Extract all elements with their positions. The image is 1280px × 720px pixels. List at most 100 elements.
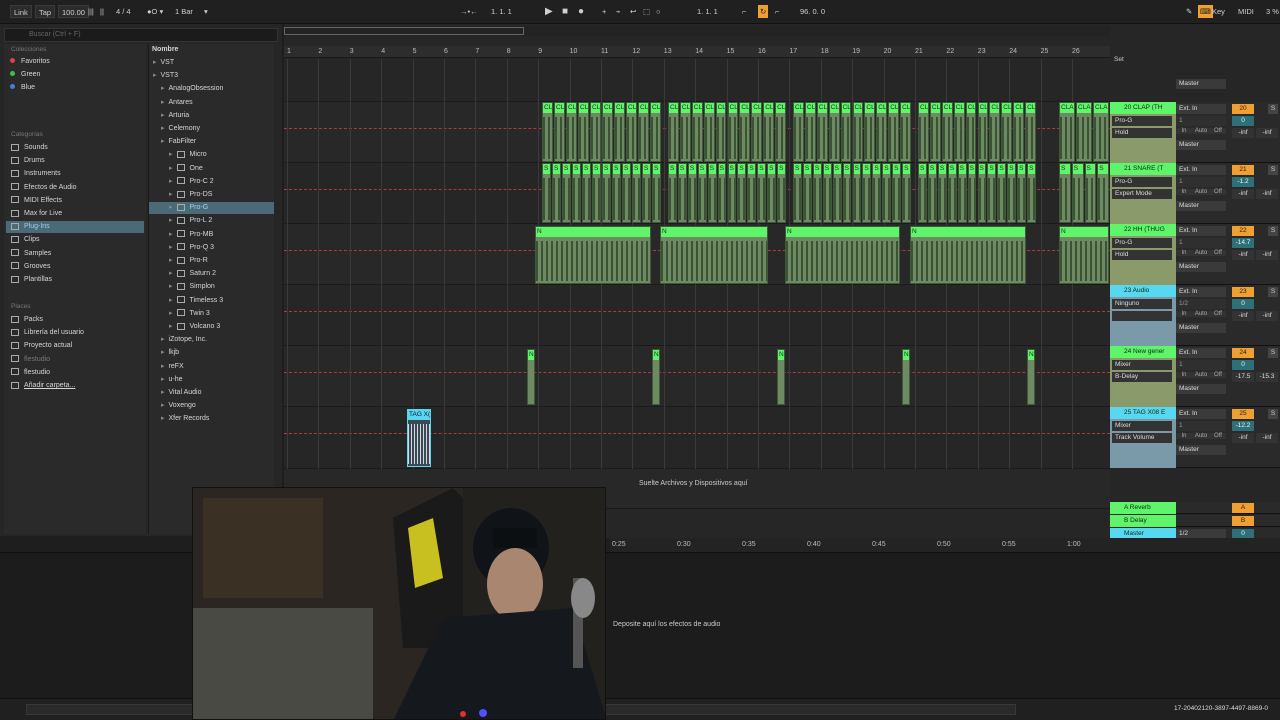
solo-button[interactable]: S [1268,165,1278,175]
audio-clip[interactable]: CLA [638,102,649,162]
audio-clip[interactable]: CLA [1059,102,1075,162]
record-arm-icon[interactable]: ●O ▾ [147,5,163,18]
track-number[interactable]: 22 [1232,226,1254,236]
audio-clip[interactable]: S [767,163,777,223]
audio-clip[interactable]: CLA [941,102,953,162]
audio-clip[interactable]: CLA [626,102,637,162]
audio-clip[interactable]: S [902,163,911,223]
track-number[interactable]: 25 [1232,409,1254,419]
tree-item[interactable]: ▸ Micro [149,149,274,161]
audio-clip[interactable]: CLA [602,102,613,162]
audio-clip[interactable]: CLA [763,102,775,162]
audio-clip[interactable]: S [927,163,937,223]
audio-clip[interactable]: S [777,163,786,223]
audio-clip[interactable]: CLA [578,102,589,162]
device-param-select[interactable] [1112,311,1172,321]
audio-clip[interactable]: S [937,163,947,223]
category-item[interactable]: MIDI Effects [6,195,144,207]
audio-clip[interactable]: S [562,163,571,223]
tree-item[interactable]: ▸ Vital Audio [149,387,274,399]
reenable-automation-icon[interactable]: ↩ [630,5,636,18]
track-header[interactable]: 23 Audio Ext. In 1/2 Ninguno In Auto Off Master… [1110,285,1280,346]
audio-clip[interactable]: S [812,163,822,223]
channel-select[interactable]: 1 [1176,116,1226,126]
tree-item[interactable]: ▸ One [149,163,274,175]
category-item[interactable]: Drums [6,155,144,167]
solo-button[interactable]: S [1268,409,1278,419]
overview-window[interactable] [284,27,524,35]
device-param-select[interactable]: B-Delay [1112,372,1172,382]
monitor-off-button[interactable]: Off [1210,250,1226,256]
monitor-auto-button[interactable]: Auto [1192,189,1210,195]
audio-clip[interactable]: S [1059,163,1071,223]
monitor-in-button[interactable]: In [1176,311,1192,317]
tree-item[interactable]: ▸ Xfer Records [149,413,274,425]
category-item[interactable]: Plug-Ins [6,221,144,234]
session-record-icon[interactable]: ○ [656,5,661,18]
overdub-icon[interactable]: + [602,5,606,18]
audio-clip[interactable]: CLA [900,102,911,162]
tree-item[interactable]: ▸ lkjb [149,347,274,359]
audio-clip[interactable]: S [967,163,977,223]
loop-icon[interactable]: ↻ [758,5,769,18]
place-item[interactable]: Proyecto actual [11,340,72,352]
keyboard-icon[interactable]: ⌨ [1198,5,1213,18]
monitor-buttons[interactable]: In Auto Off [1176,372,1228,382]
audio-clip[interactable]: S [1071,163,1084,223]
track-lane[interactable] [284,346,1110,407]
audio-clip[interactable]: CLA [793,102,804,162]
tree-item[interactable]: ▸ Pro-DS [149,189,274,201]
solo-button[interactable]: S [1268,287,1278,297]
solo-button[interactable]: S [1268,348,1278,358]
monitor-off-button[interactable]: Off [1210,372,1226,378]
audio-clip[interactable]: CLA [888,102,900,162]
place-item[interactable]: Librería del usuario [11,327,84,339]
audio-clip[interactable]: CLA [739,102,751,162]
loop-length-field[interactable]: 96. 0. 0 [800,5,825,18]
monitor-off-button[interactable]: Off [1210,189,1226,195]
audio-clip[interactable]: S [668,163,677,223]
audio-clip[interactable]: S [1027,163,1036,223]
audio-clip[interactable]: N [902,349,910,405]
track-number[interactable]: 23 [1232,287,1254,297]
return-track-name[interactable]: A Reverb [1110,502,1176,514]
tempo-field[interactable]: 100.00 [58,5,89,18]
collection-item[interactable]: Blue [10,82,35,94]
audio-clip[interactable]: CLA [727,102,739,162]
monitor-buttons[interactable]: In Auto Off [1176,311,1228,321]
audio-clip[interactable]: S [622,163,631,223]
audio-clip[interactable]: CLA [1001,102,1013,162]
device-select[interactable]: Mixer [1112,360,1172,370]
output-select[interactable]: Master [1176,262,1226,272]
song-position-field[interactable]: 1. 1. 1 [491,5,512,18]
record-icon[interactable]: ● [578,5,584,18]
audio-clip[interactable]: CLA [1093,102,1109,162]
monitor-buttons[interactable]: In Auto Off [1176,128,1228,138]
device-select[interactable]: Mixer [1112,421,1172,431]
audio-clip[interactable]: CLA [775,102,786,162]
audio-clip[interactable]: N [1027,349,1035,405]
audio-clip[interactable]: S [727,163,737,223]
place-item[interactable]: flestudio [11,367,50,379]
input-select[interactable]: Ext. In [1176,165,1226,175]
tree-item[interactable]: ▸ Timeless 3 [149,295,274,307]
tree-item[interactable]: ▸ VST3 [149,70,274,82]
audio-clip[interactable]: S [652,163,661,223]
punch-in-icon[interactable]: ⌐ [742,5,746,18]
track-number[interactable]: 20 [1232,104,1254,114]
place-item[interactable]: Packs [11,314,43,326]
monitor-auto-button[interactable]: Auto [1192,250,1210,256]
device-param-select[interactable]: Track Volume [1112,433,1172,443]
tree-item[interactable]: ▸ iZotope, Inc. [149,334,274,346]
track-volume[interactable]: 0 [1232,116,1254,126]
tree-item[interactable]: ▸ FabFilter [149,136,274,148]
audio-clip[interactable]: CLA [965,102,977,162]
audio-clip[interactable]: S [1084,163,1097,223]
category-item[interactable]: Plantillas [6,274,144,286]
audio-clip[interactable]: CLA [929,102,941,162]
audio-clip[interactable]: S [977,163,987,223]
tree-item[interactable]: ▸ Antares [149,97,274,109]
tree-item[interactable]: ▸ Saturn 2 [149,268,274,280]
tree-item[interactable]: ▸ Celemony [149,123,274,135]
audio-clip[interactable]: S [592,163,601,223]
